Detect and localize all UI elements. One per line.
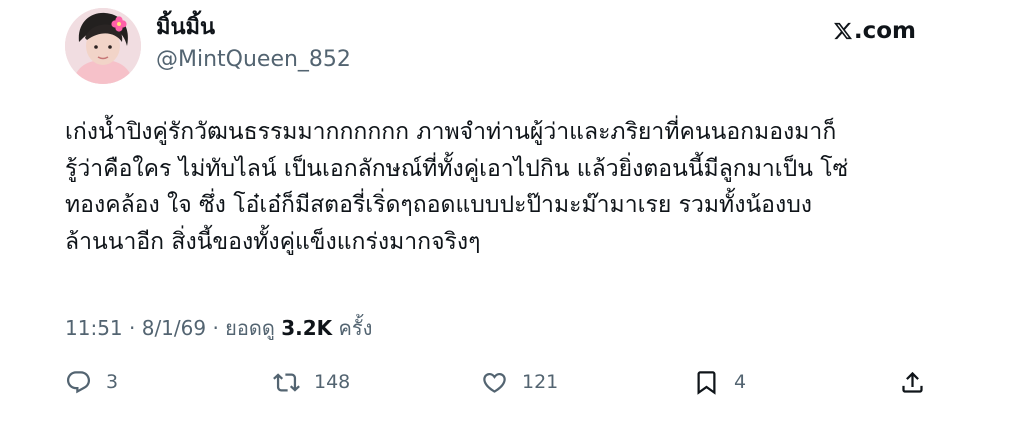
- reply-count: 3: [106, 371, 119, 393]
- like-count: 121: [522, 371, 559, 393]
- meta-separator: ·: [206, 316, 226, 340]
- views-label: ยอดดู: [225, 316, 282, 340]
- share-button[interactable]: [899, 366, 926, 398]
- retweet-count: 148: [314, 371, 351, 393]
- tweet-date[interactable]: 8/1/69: [142, 316, 206, 340]
- tweet-meta: 11:51 · 8/1/69 · ยอดดู 3.2K ครั้ง: [65, 314, 372, 342]
- avatar[interactable]: [65, 8, 141, 84]
- tweet-line: รู้ว่าคือใคร ไม่ทับไลน์ เป็นเอกลักษณ์ที่…: [65, 155, 849, 182]
- user-handle[interactable]: @MintQueen_852: [156, 46, 351, 74]
- heart-icon: [481, 369, 508, 396]
- share-icon: [899, 369, 926, 396]
- like-button[interactable]: 121: [481, 366, 558, 398]
- bookmark-count: 4: [734, 371, 747, 393]
- meta-separator: ·: [122, 316, 142, 340]
- tweet-line: ล้านนาอีก สิ่งนี้ของทั้งคู่แข็งแกร่งมากจ…: [65, 228, 481, 255]
- bookmark-button[interactable]: 4: [693, 366, 746, 398]
- tweet-card: มิ้นมิ้น @MintQueen_852 .com เก่งน้ำปิงค…: [0, 0, 1014, 422]
- bookmark-icon: [693, 369, 720, 396]
- views-count: 3.2K: [281, 316, 333, 340]
- brand-link[interactable]: .com: [833, 16, 916, 46]
- display-name[interactable]: มิ้นมิ้น: [156, 14, 215, 42]
- retweet-button[interactable]: 148: [273, 366, 350, 398]
- views-unit: ครั้ง: [332, 316, 373, 340]
- x-logo-icon: [833, 21, 853, 41]
- tweet-line: เก่งน้ำปิงคู่รักวัฒนธรรมมากกกกกก ภาพจำท่…: [65, 119, 837, 145]
- tweet-line: ทองคล้อง ใจ ซึ่ง โอ๋เอ๋ก็มีสตอรี่เริ่ดๆถ…: [65, 192, 813, 218]
- brand-domain: .com: [853, 18, 916, 44]
- retweet-icon: [273, 369, 300, 396]
- reply-icon: [65, 369, 92, 396]
- tweet-time[interactable]: 11:51: [65, 316, 123, 340]
- action-bar: 3 148 121 4: [65, 366, 925, 398]
- avatar-image: [65, 8, 141, 84]
- tweet-text: เก่งน้ำปิงคู่รักวัฒนธรรมมากกกกกก ภาพจำท่…: [65, 114, 945, 260]
- reply-button[interactable]: 3: [65, 366, 118, 398]
